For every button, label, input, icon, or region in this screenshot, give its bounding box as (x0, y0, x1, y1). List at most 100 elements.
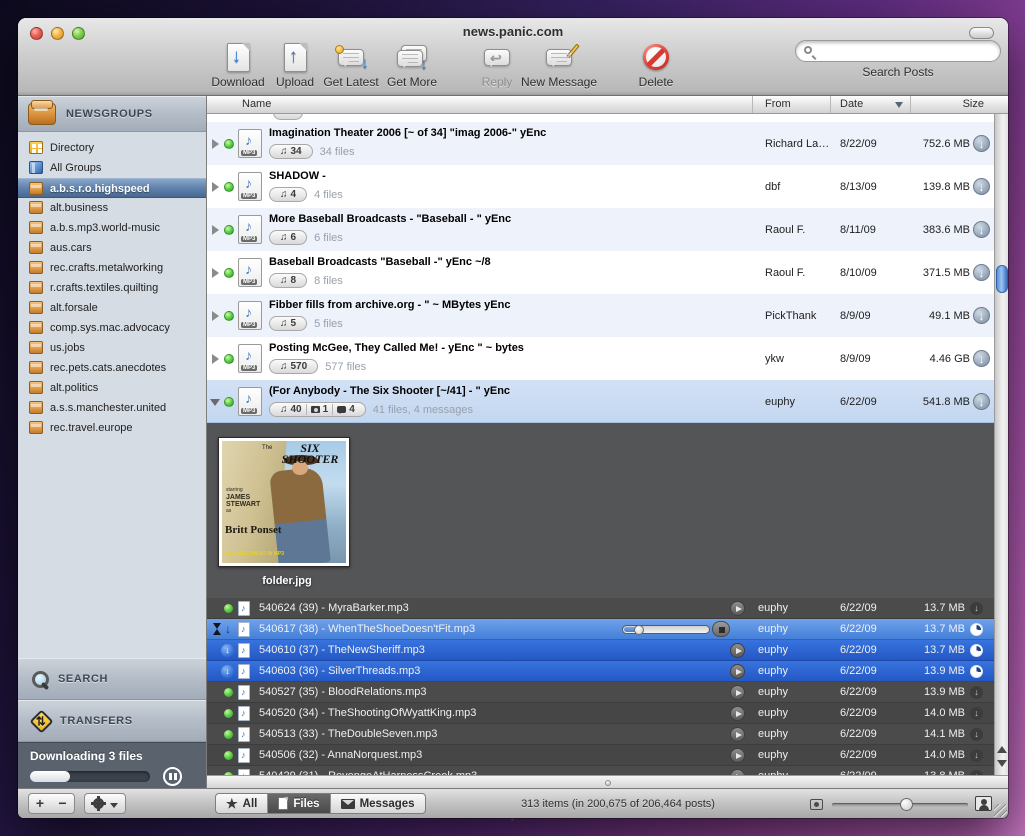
disclosure-icon[interactable] (212, 268, 219, 278)
sidebar-item-r-crafts-textiles-quilting[interactable]: r.crafts.textiles.quilting (18, 278, 206, 298)
mp3-document-icon (238, 301, 262, 330)
toolbar-toggle-button[interactable] (969, 27, 994, 39)
scroll-down-arrow[interactable] (997, 760, 1007, 767)
column-header-name[interactable]: Name (242, 98, 271, 110)
sidebar-item-aus-cars[interactable]: aus.cars (18, 238, 206, 258)
play-button[interactable] (730, 727, 745, 742)
file-row[interactable]: ↓540617 (38) - WhenTheShoeDoesn'tFit.mp3… (207, 619, 994, 640)
file-row[interactable]: ↓540610 (37) - TheNewSheriff.mp3euphy6/2… (207, 640, 994, 661)
file-progress-bar[interactable] (622, 625, 710, 634)
download-again-icon[interactable]: ↓ (970, 707, 983, 720)
sidebar-item-a-s-s-manchester-united[interactable]: a.s.s.manchester.united (18, 398, 206, 418)
sidebar-item-alt-politics[interactable]: alt.politics (18, 378, 206, 398)
sidebar-item-a-b-s-mp3-world-music[interactable]: a.b.s.mp3.world-music (18, 218, 206, 238)
mp3-document-icon (238, 172, 262, 201)
scroll-up-arrow[interactable] (997, 746, 1007, 753)
sidebar-item-alt-business[interactable]: alt.business (18, 198, 206, 218)
thread-row[interactable]: Imagination Theater 2006 [~ of 34] "imag… (207, 122, 994, 165)
delete-button[interactable]: Delete (621, 40, 691, 89)
download-thread-button[interactable]: ↓ (973, 350, 990, 367)
play-button[interactable] (730, 643, 745, 658)
sidebar-item-rec-crafts-metalworking[interactable]: rec.crafts.metalworking (18, 258, 206, 278)
file-row[interactable]: 540624 (39) - MyraBarker.mp3euphy6/22/09… (207, 598, 994, 619)
vertical-scrollbar[interactable] (994, 114, 1008, 775)
slider-thumb[interactable] (900, 798, 913, 811)
pause-transfers-button[interactable] (163, 767, 182, 786)
stop-download-button[interactable] (712, 621, 730, 637)
column-header-date[interactable]: Date (840, 98, 863, 110)
pane-splitter[interactable] (207, 775, 1008, 788)
column-header-from[interactable]: From (765, 98, 791, 110)
sidebar-item-comp-sys-mac-advocacy[interactable]: comp.sys.mac.advocacy (18, 318, 206, 338)
splitter-dimple (605, 780, 611, 786)
file-row[interactable]: 540520 (34) - TheShootingOfWyattKing.mp3… (207, 703, 994, 724)
newsgroups-section-header[interactable]: NEWSGROUPS (18, 96, 206, 132)
thread-badges: ♫44 files (269, 187, 343, 202)
remove-button[interactable]: − (51, 793, 75, 814)
download-again-icon[interactable]: ↓ (970, 728, 983, 741)
music-note-icon: ♫ (280, 146, 288, 157)
sidebar-item-rec-travel-europe[interactable]: rec.travel.europe (18, 418, 206, 438)
thread-row[interactable]: More Baseball Broadcasts - "Baseball - "… (207, 208, 994, 251)
add-button[interactable]: + (28, 793, 52, 814)
sidebar-item-us-jobs[interactable]: us.jobs (18, 338, 206, 358)
file-row[interactable]: 540429 (31) - RevengeAtHarnessCreek.mp3e… (207, 766, 994, 775)
file-row[interactable]: 540527 (35) - BloodRelations.mp3euphy6/2… (207, 682, 994, 703)
disclosure-icon[interactable] (212, 311, 219, 321)
queued-download-icon: ↓ (221, 665, 234, 678)
file-row[interactable]: 540513 (33) - TheDoubleSeven.mp3euphy6/2… (207, 724, 994, 745)
chevron-down-icon (110, 803, 118, 808)
play-button[interactable] (730, 685, 745, 700)
new-message-button[interactable]: New Message (514, 40, 604, 89)
transfers-section-header[interactable]: ⇅ TRANSFERS (18, 700, 206, 742)
download-thread-button[interactable]: ↓ (973, 393, 990, 410)
download-thread-button[interactable]: ↓ (973, 264, 990, 281)
sidebar-item-alt-forsale[interactable]: alt.forsale (18, 298, 206, 318)
play-button[interactable] (730, 706, 745, 721)
search-input[interactable] (795, 40, 1001, 62)
column-header-size[interactable]: Size (963, 98, 984, 110)
download-thread-button[interactable]: ↓ (973, 307, 990, 324)
thread-row[interactable]: Posting McGee, They Called Me! - yEnc " … (207, 337, 994, 380)
download-thread-button[interactable]: ↓ (973, 221, 990, 238)
download-again-icon[interactable]: ↓ (970, 749, 983, 762)
download-again-icon[interactable]: ↓ (970, 602, 983, 615)
progress-knob[interactable] (634, 625, 644, 635)
download-thread-button[interactable]: ↓ (973, 135, 990, 152)
sidebar-item-rec-pets-cats-anecdotes[interactable]: rec.pets.cats.anecdotes (18, 358, 206, 378)
thumbnail-size-slider[interactable] (832, 803, 968, 807)
search-section-header[interactable]: SEARCH (18, 658, 206, 700)
disclosure-open-icon[interactable] (210, 399, 220, 406)
thread-row[interactable]: SHADOW -♫44 filesdbf8/13/09139.8 MB↓ (207, 165, 994, 208)
segment-messages[interactable]: Messages (330, 794, 425, 813)
disclosure-icon[interactable] (212, 182, 219, 192)
disclosure-icon[interactable] (212, 225, 219, 235)
thread-row[interactable]: (For Anybody - The Six Shooter [~/41] - … (207, 380, 994, 423)
speech-bubble-icon (337, 406, 346, 413)
download-thread-button[interactable]: ↓ (973, 178, 990, 195)
play-button[interactable] (730, 664, 745, 679)
action-menu-button[interactable] (84, 793, 126, 814)
disclosure-icon[interactable] (212, 139, 219, 149)
thread-row[interactable]: Fibber fills from archive.org - " ~ MByt… (207, 294, 994, 337)
disclosure-icon[interactable] (212, 354, 219, 364)
get-more-button[interactable]: ↓ Get More (375, 40, 449, 89)
sidebar-item-directory[interactable]: Directory (18, 138, 206, 158)
scrollbar-thumb[interactable] (996, 265, 1008, 293)
file-row[interactable]: 540506 (32) - AnnaNorquest.mp3euphy6/22/… (207, 745, 994, 766)
resize-grip[interactable] (994, 804, 1007, 817)
play-button[interactable] (730, 748, 745, 763)
sidebar-item-label: a.b.s.r.o.highspeed (50, 179, 206, 198)
thread-row[interactable]: Baseball Broadcasts "Baseball -" yEnc ~/… (207, 251, 994, 294)
file-row[interactable]: ↓540603 (36) - SilverThreads.mp3euphy6/2… (207, 661, 994, 682)
sidebar-item-all-groups[interactable]: All Groups (18, 158, 206, 178)
badge-pill: ♫4014 (269, 402, 366, 417)
sidebar-item-a-b-s-r-o-highspeed[interactable]: a.b.s.r.o.highspeed (18, 178, 206, 198)
download-again-icon[interactable]: ↓ (970, 686, 983, 699)
downloading-arrow-icon: ↓ (225, 622, 231, 636)
segment-all[interactable]: ★All (216, 794, 267, 813)
segment-files[interactable]: Files (267, 794, 329, 813)
play-button[interactable] (730, 601, 745, 616)
group-icon (29, 241, 43, 254)
image-thumbnail[interactable]: TheSIX SHOOTERstarringJAMESSTEWARTasBrit… (218, 437, 350, 567)
